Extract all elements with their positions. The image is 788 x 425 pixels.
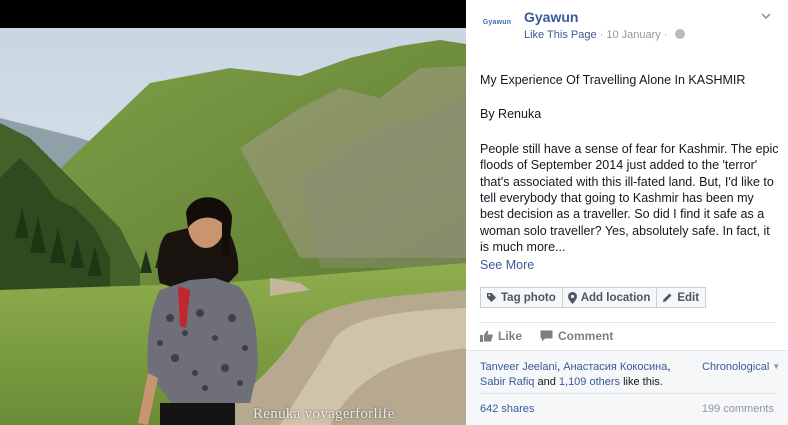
comment-order-label: Chronological	[702, 361, 770, 373]
thumbs-up-icon	[480, 330, 493, 342]
comment-bubble-icon	[540, 330, 553, 342]
photo-watermark: Renuka voyagerforlife	[253, 406, 395, 422]
meta-separator: ·	[596, 29, 607, 41]
post-body: People still have a sense of fear for Ka…	[480, 141, 779, 255]
chevron-down-icon[interactable]	[760, 10, 772, 22]
add-location-label: Add location	[580, 291, 651, 304]
photo-illustration	[0, 28, 466, 425]
tag-icon	[487, 293, 496, 302]
edit-button[interactable]: Edit	[656, 287, 707, 308]
see-more-link[interactable]: See More	[480, 257, 780, 273]
likers-sentence: Tanveer Jeelani, Анастасия Кокосина, Sab…	[480, 360, 690, 390]
likers-and: and	[534, 376, 559, 388]
comment-order-dropdown[interactable]: Chronological ▼	[702, 361, 780, 373]
tag-photo-button[interactable]: Tag photo	[480, 287, 563, 308]
location-pin-icon	[567, 291, 577, 304]
post-author: By Renuka	[480, 107, 542, 122]
tag-photo-label: Tag photo	[501, 291, 556, 304]
page-name-link[interactable]: Gyawun	[524, 9, 578, 25]
post-photo[interactable]	[0, 28, 466, 425]
post-text: My Experience Of Travelling Alone In KAS…	[480, 72, 780, 273]
feedback-actions: Like Comment	[480, 329, 631, 343]
caret-down-icon: ▼	[772, 362, 781, 371]
photo-actions: Tag photo Add location Edit	[480, 287, 707, 308]
liker-separator: ,	[667, 361, 671, 373]
page-logo[interactable]: Gyawun	[478, 8, 516, 36]
comment-button[interactable]: Comment	[540, 329, 613, 343]
shares-link[interactable]: 642 shares	[480, 403, 534, 415]
like-button[interactable]: Like	[480, 329, 522, 343]
feedback-divider	[480, 322, 776, 323]
post-meta: Like This Page · 10 January ·	[524, 29, 685, 41]
edit-label: Edit	[677, 291, 700, 304]
comments-count[interactable]: 199 comments	[702, 403, 774, 415]
like-page-link[interactable]: Like This Page	[524, 29, 597, 41]
pencil-icon	[663, 293, 672, 302]
others-likers-link[interactable]: 1,109 others	[559, 376, 620, 388]
photo-viewer: Renuka voyagerforlife	[0, 0, 466, 425]
like-label: Like	[498, 329, 523, 343]
liker-link[interactable]: Tanveer Jeelani	[480, 361, 557, 373]
social-summary: Tanveer Jeelani, Анастасия Кокосина, Sab…	[466, 350, 788, 425]
add-location-button[interactable]: Add location	[561, 287, 658, 308]
post-header: Gyawun Gyawun Like This Page · 10 Januar…	[466, 0, 788, 46]
liker-link[interactable]: Анастасия Кокосина	[563, 361, 667, 373]
meta-separator-2: ·	[660, 29, 671, 41]
likers-suffix: like this.	[620, 376, 663, 388]
page-logo-text: Gyawun	[482, 18, 512, 26]
liker-link[interactable]: Sabir Rafiq	[480, 376, 534, 388]
post-title: My Experience Of Travelling Alone In KAS…	[480, 73, 746, 87]
post-side-panel: Gyawun Gyawun Like This Page · 10 Januar…	[466, 0, 788, 425]
comment-label: Comment	[558, 329, 614, 343]
shares-divider	[480, 393, 776, 394]
globe-icon	[674, 29, 685, 39]
post-date[interactable]: 10 January	[606, 29, 660, 41]
